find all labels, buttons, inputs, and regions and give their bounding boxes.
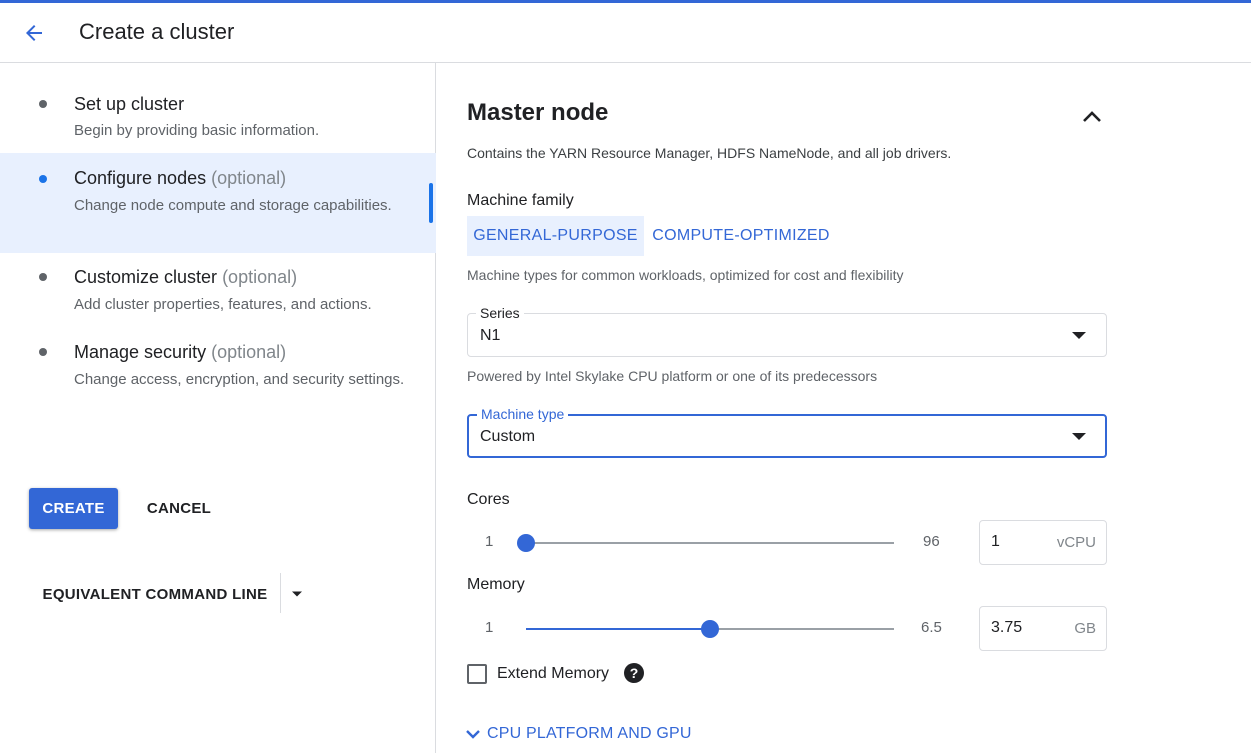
section-title: Master node xyxy=(467,99,609,126)
back-button[interactable] xyxy=(18,17,50,49)
series-select[interactable]: Series N1 xyxy=(467,305,1107,357)
optional-tag: (optional) xyxy=(211,168,287,188)
step-desc: Change access, encryption, and security … xyxy=(74,371,405,388)
extend-memory-checkbox[interactable] xyxy=(467,664,487,684)
step-title: Set up cluster xyxy=(74,94,185,114)
step-manage-security[interactable]: Manage security (optional) Change access… xyxy=(0,338,436,418)
command-line-dropdown[interactable] xyxy=(282,575,312,613)
master-node-panel: Master node Contains the YARN Resource M… xyxy=(437,63,1251,753)
memory-label: Memory xyxy=(467,576,525,593)
tab-general-purpose[interactable]: GENERAL-PURPOSE xyxy=(467,216,644,256)
series-value: N1 xyxy=(480,327,501,344)
machine-type-select[interactable]: Machine type Custom xyxy=(467,406,1107,458)
memory-field[interactable]: GB xyxy=(979,606,1107,651)
caret-down-icon xyxy=(292,591,302,597)
dropdown-arrow-icon xyxy=(1072,332,1086,339)
cores-slider-thumb[interactable] xyxy=(517,534,535,552)
cores-slider-track[interactable] xyxy=(517,534,894,552)
cores-field[interactable]: vCPU xyxy=(979,520,1107,565)
step-dot xyxy=(39,348,47,356)
page-header: Create a cluster xyxy=(0,3,1251,63)
chevron-up-icon xyxy=(1083,111,1101,122)
series-label: Series xyxy=(476,305,524,321)
cpu-platform-gpu-expander[interactable]: CPU PLATFORM AND GPU xyxy=(465,722,692,746)
memory-unit: GB xyxy=(1074,620,1096,637)
machine-type-value: Custom xyxy=(480,428,536,445)
arrow-back-icon xyxy=(26,25,42,41)
machine-family-label: Machine family xyxy=(467,192,574,209)
memory-slider-fill xyxy=(526,628,710,630)
cores-label: Cores xyxy=(467,491,510,508)
memory-slider-track[interactable] xyxy=(526,620,894,638)
memory-min: 1 xyxy=(485,619,494,636)
cores-min: 1 xyxy=(485,533,494,550)
cores-max: 96 xyxy=(923,533,940,550)
memory-max: 6.5 xyxy=(921,619,942,636)
step-title: Customize cluster (optional) xyxy=(74,267,298,287)
cores-input[interactable] xyxy=(991,533,1051,551)
step-title: Configure nodes (optional) xyxy=(74,168,287,188)
step-dot xyxy=(39,273,47,281)
chevron-down-icon xyxy=(466,730,480,739)
equivalent-command-line-button[interactable]: EQUIVALENT COMMAND LINE xyxy=(30,575,280,613)
optional-tag: (optional) xyxy=(211,342,287,362)
active-step-indicator xyxy=(429,183,433,223)
step-dot xyxy=(39,100,47,108)
step-desc: Change node compute and storage capabili… xyxy=(74,197,392,214)
expander-label: CPU PLATFORM AND GPU xyxy=(487,725,692,742)
series-helper: Powered by Intel Skylake CPU platform or… xyxy=(467,368,878,384)
memory-input[interactable] xyxy=(991,619,1051,637)
help-icon[interactable]: ? xyxy=(624,663,644,683)
page-title: Create a cluster xyxy=(79,19,235,44)
collapse-section-button[interactable] xyxy=(1077,101,1107,131)
section-description: Contains the YARN Resource Manager, HDFS… xyxy=(467,145,952,161)
step-desc: Add cluster properties, features, and ac… xyxy=(74,296,372,313)
extend-memory-label: Extend Memory xyxy=(497,665,610,682)
machine-type-label: Machine type xyxy=(477,406,569,422)
dropdown-arrow-icon xyxy=(1072,433,1086,440)
optional-tag: (optional) xyxy=(222,267,298,287)
create-button[interactable]: CREATE xyxy=(29,488,118,529)
button-divider xyxy=(280,573,281,613)
step-set-up-cluster[interactable]: Set up cluster Begin by providing basic … xyxy=(0,83,436,163)
steps-panel: Set up cluster Begin by providing basic … xyxy=(0,63,436,753)
step-dot xyxy=(39,175,47,183)
cancel-button[interactable]: CANCEL xyxy=(133,488,225,529)
tab-compute-optimized[interactable]: COMPUTE-OPTIMIZED xyxy=(651,216,831,256)
step-customize-cluster[interactable]: Customize cluster (optional) Add cluster… xyxy=(0,263,436,333)
step-title: Manage security (optional) xyxy=(74,342,287,362)
step-configure-nodes[interactable]: Configure nodes (optional) Change node c… xyxy=(0,153,436,253)
memory-slider-thumb[interactable] xyxy=(701,620,719,638)
step-desc: Begin by providing basic information. xyxy=(74,122,320,139)
machine-family-helper: Machine types for common workloads, opti… xyxy=(467,267,904,283)
cores-unit: vCPU xyxy=(1056,534,1096,551)
